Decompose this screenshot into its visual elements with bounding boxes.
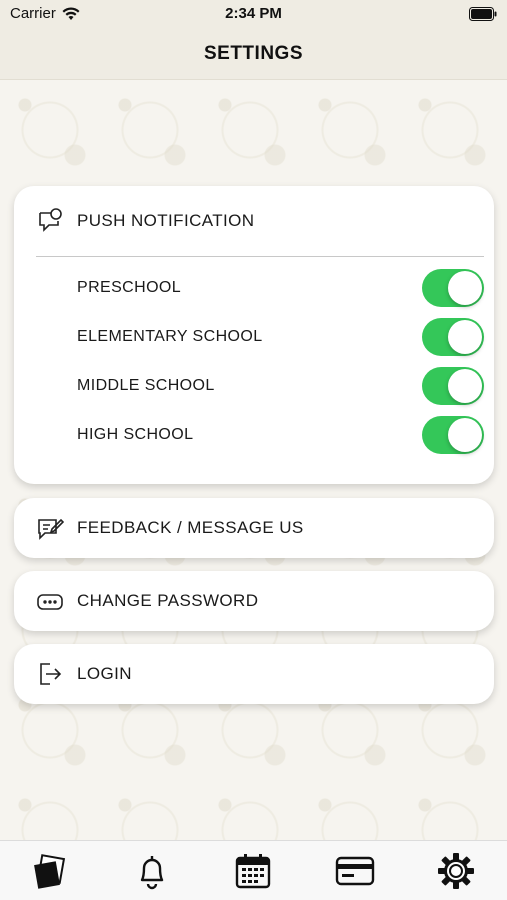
push-notification-card: PUSH NOTIFICATION PRESCHOOL ELEMENTARY S… (14, 186, 494, 484)
tab-calendar[interactable] (223, 841, 283, 900)
settings-content: PUSH NOTIFICATION PRESCHOOL ELEMENTARY S… (0, 80, 507, 840)
toggle-knob (448, 320, 482, 354)
toggle-label: ELEMENTARY SCHOOL (77, 328, 263, 345)
chat-bubble-icon (36, 207, 64, 235)
middle-school-toggle[interactable] (422, 367, 484, 405)
password-dots-icon (36, 587, 64, 615)
battery-icon (469, 7, 497, 25)
toggle-knob (448, 369, 482, 403)
login-label: LOGIN (77, 664, 132, 683)
feedback-button[interactable]: FEEDBACK / MESSAGE US (14, 498, 494, 558)
clock: 2:34 PM (225, 5, 282, 22)
navigation-bar: SETTINGS (0, 28, 507, 80)
high-school-toggle[interactable] (422, 416, 484, 454)
toggle-row-preschool: PRESCHOOL (14, 268, 494, 308)
toggle-row-high: HIGH SCHOOL (14, 415, 494, 455)
change-password-label: CHANGE PASSWORD (77, 591, 259, 610)
preschool-toggle[interactable] (422, 269, 484, 307)
toggle-row-middle: MIDDLE SCHOOL (14, 366, 494, 406)
push-notification-title: PUSH NOTIFICATION (77, 211, 255, 230)
toggle-knob (448, 271, 482, 305)
login-button[interactable]: LOGIN (14, 644, 494, 704)
toggle-label: PRESCHOOL (77, 279, 182, 296)
cards-icon (33, 853, 65, 889)
change-password-button[interactable]: CHANGE PASSWORD (14, 571, 494, 631)
message-edit-icon (36, 514, 64, 542)
status-bar: Carrier 2:34 PM (0, 0, 507, 28)
tab-cards[interactable] (21, 841, 81, 900)
push-notification-header: PUSH NOTIFICATION (14, 186, 494, 256)
tab-bar (0, 840, 507, 900)
toggle-label: HIGH SCHOOL (77, 426, 194, 443)
page-title: SETTINGS (203, 42, 303, 64)
toggle-knob (448, 418, 482, 452)
tab-notifications[interactable] (122, 841, 182, 900)
gear-icon (438, 852, 475, 889)
toggle-label: MIDDLE SCHOOL (77, 377, 215, 394)
tab-payments[interactable] (325, 841, 385, 900)
login-arrow-icon (36, 660, 64, 688)
toggle-row-elementary: ELEMENTARY SCHOOL (14, 317, 494, 357)
divider (36, 256, 484, 257)
tab-settings[interactable] (426, 841, 486, 900)
bell-icon (140, 855, 164, 889)
credit-card-icon (335, 856, 375, 885)
elementary-school-toggle[interactable] (422, 318, 484, 356)
calendar-icon (236, 853, 271, 888)
feedback-label: FEEDBACK / MESSAGE US (77, 518, 304, 537)
